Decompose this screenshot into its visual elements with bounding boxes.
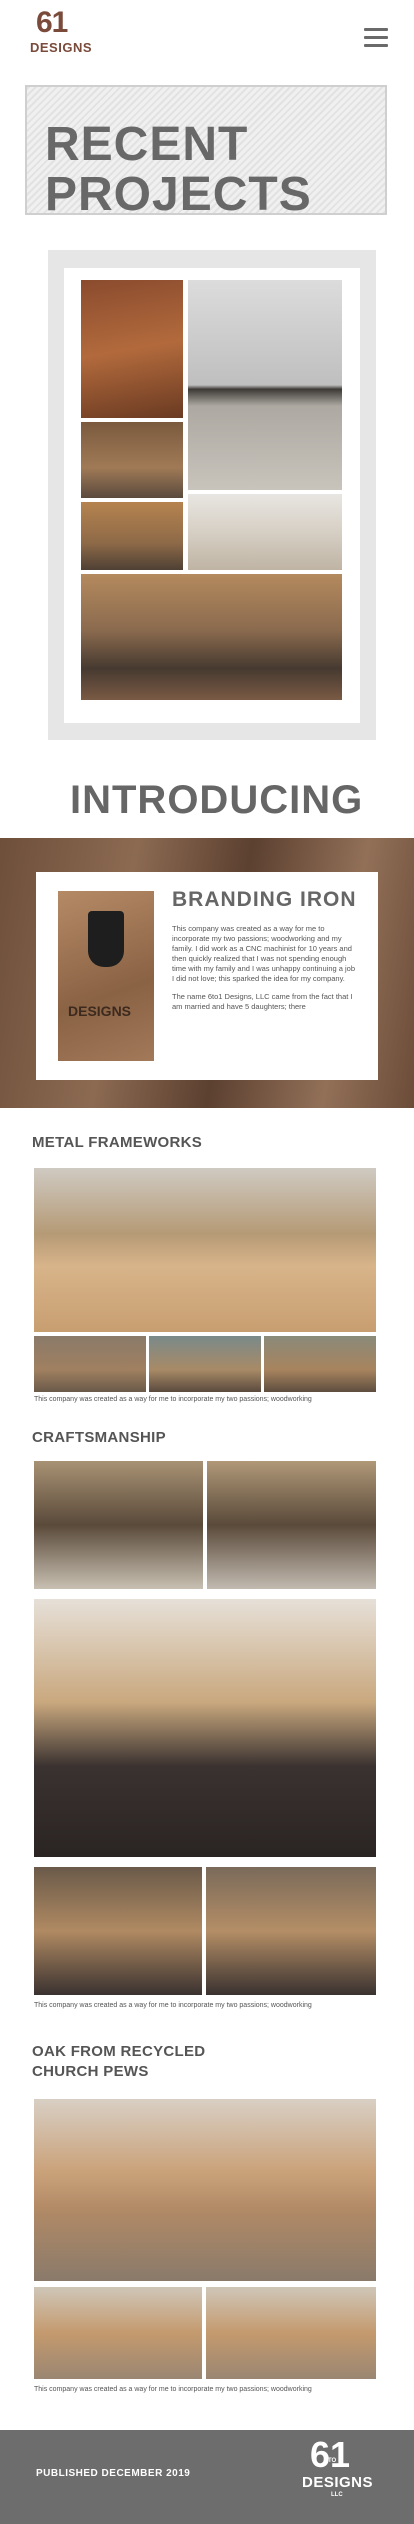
brand-paragraph-1: This company was created as a way for me… [172, 924, 356, 983]
hamburger-menu-icon[interactable] [364, 28, 388, 48]
craft-photo-3[interactable] [34, 1867, 202, 1995]
project-photo-dining-room[interactable] [81, 280, 183, 418]
project-photo-bar-table[interactable] [188, 280, 342, 490]
section-title-metal-frameworks: METAL FRAMEWORKS [32, 1134, 203, 1151]
oak-caption: This company was created as a way for me… [34, 2386, 312, 2393]
branding-iron-photo[interactable]: DESIGNS [58, 891, 154, 1061]
site-logo[interactable]: 61 DESIGNS [30, 6, 92, 58]
metal-caption: This company was created as a way for me… [34, 1396, 312, 1403]
page-title: RECENT PROJECTS [45, 118, 312, 221]
metal-photo-main[interactable] [34, 1168, 376, 1332]
metal-photo-1[interactable] [34, 1336, 146, 1392]
published-date: PUBLISHED DECEMBER 2019 [36, 2468, 191, 2479]
craft-photo-1[interactable] [34, 1461, 203, 1589]
oak-photo-main[interactable] [34, 2099, 376, 2281]
footer-logo-to: TO [328, 2458, 337, 2464]
brand-paragraph-2: The name 6to1 Designs, LLC came from the… [172, 992, 353, 1011]
branding-iron-title: BRANDING IRON [172, 888, 357, 911]
craft-photo-2[interactable] [207, 1461, 376, 1589]
project-photo-console-table[interactable] [188, 494, 342, 570]
craft-photo-4[interactable] [206, 1867, 376, 1995]
logo-number: 61 [36, 6, 68, 39]
branding-iron-icon [88, 911, 124, 967]
footer-logo[interactable]: 61 TO DESIGNS LLC [302, 2434, 374, 2510]
section-title-oak: OAK FROM RECYCLED CHURCH PEWS [32, 2043, 206, 2080]
project-collage [64, 268, 360, 723]
metal-photo-2[interactable] [149, 1336, 261, 1392]
project-photo-kitchen-island[interactable] [81, 502, 183, 570]
footer-logo-llc: LLC [331, 2492, 343, 2498]
logo-word: DESIGNS [30, 40, 93, 55]
craft-photo-main[interactable] [34, 1599, 376, 1857]
section-title-craftsmanship: CRAFTSMANSHIP [32, 1429, 166, 1446]
project-photo-bench-table[interactable] [81, 422, 183, 498]
branding-iron-text: This company was created as a way for me… [172, 924, 358, 1020]
oak-photo-1[interactable] [34, 2287, 202, 2379]
metal-photo-3[interactable] [264, 1336, 376, 1392]
introducing-heading: INTRODUCING [70, 778, 364, 822]
craft-caption: This company was created as a way for me… [34, 2002, 312, 2009]
oak-photo-2[interactable] [206, 2287, 376, 2379]
project-photo-long-table[interactable] [81, 574, 342, 700]
footer-logo-number: 61 [310, 2434, 351, 2475]
footer-logo-word: DESIGNS [302, 2474, 374, 2491]
brand-mark-text: DESIGNS [68, 1003, 132, 1019]
